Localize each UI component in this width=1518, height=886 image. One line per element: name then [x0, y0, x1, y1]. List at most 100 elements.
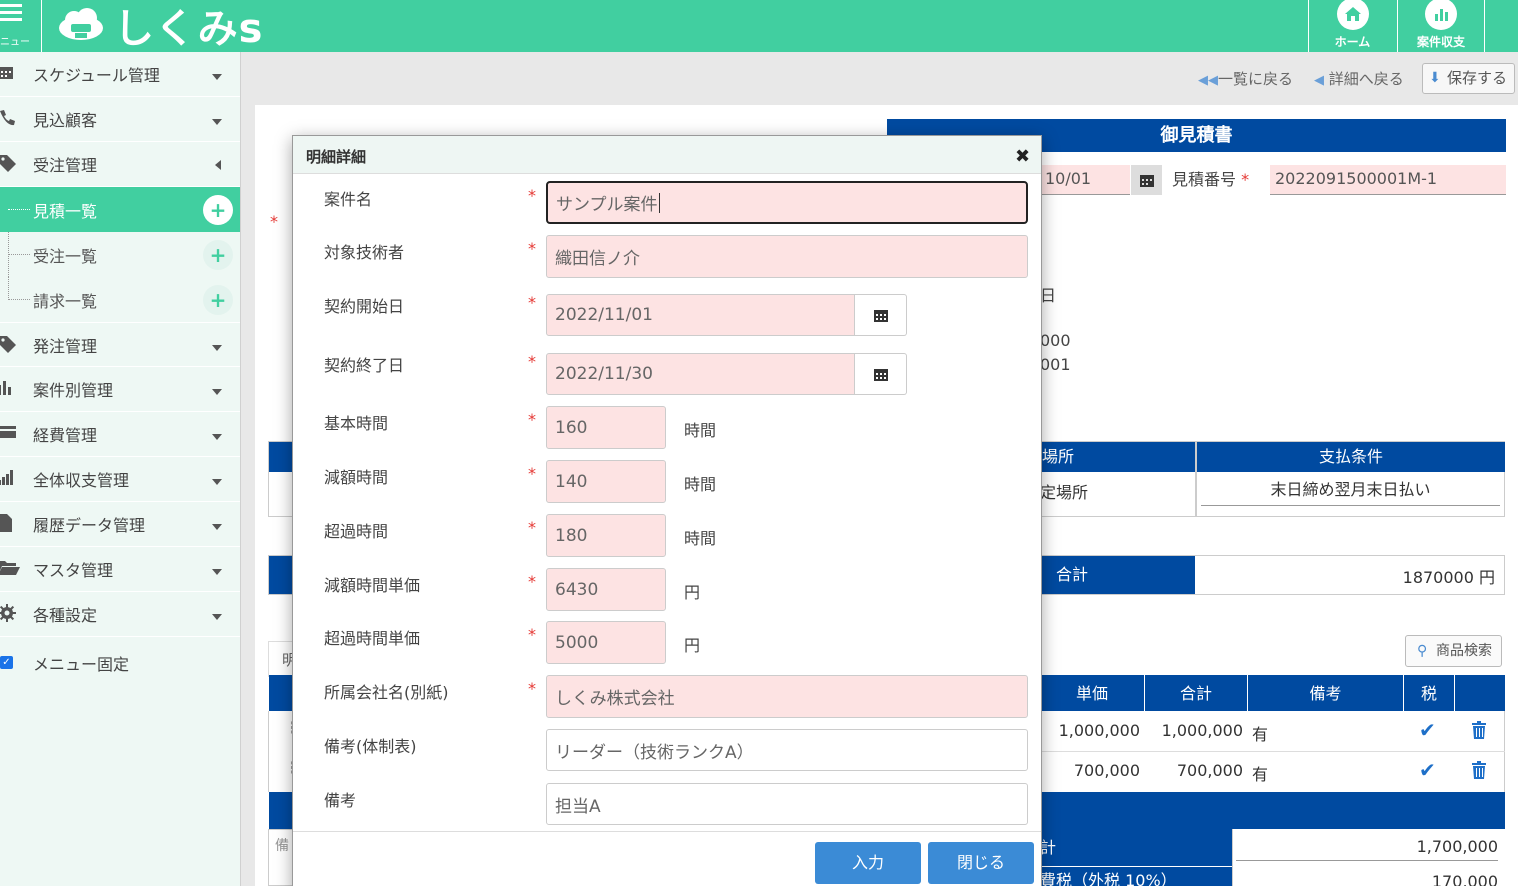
required-mark: * [528, 518, 536, 537]
dialog-header: 明細詳細 ✖ [293, 136, 1041, 174]
add-order-icon[interactable]: + [203, 240, 233, 270]
sidebar-subitem-estimates[interactable]: 見積一覧 + [0, 187, 240, 232]
add-invoice-icon[interactable]: + [203, 285, 233, 315]
calendar-icon[interactable] [1131, 165, 1162, 195]
close-icon[interactable]: ✖ [1015, 146, 1030, 167]
trash-icon[interactable] [1471, 761, 1487, 783]
sidebar-item-schedule[interactable]: スケジュール管理 [0, 52, 240, 97]
chevron-down-icon [212, 119, 222, 125]
save-button-label: 保存する [1447, 69, 1508, 87]
folder-open-icon [0, 559, 20, 579]
divider [1195, 442, 1197, 516]
tags-icon [0, 335, 18, 355]
case-name-label: 案件名 [324, 190, 373, 209]
sidebar-item-purchase[interactable]: 発注管理 [0, 322, 240, 367]
back-to-list-label: 一覧に戻る [1218, 70, 1294, 88]
column-header-tax: 税 [1420, 684, 1437, 703]
app-logo[interactable]: しくみs [56, 2, 263, 52]
divider [1454, 675, 1455, 711]
product-search-label: 商品検索 [1436, 643, 1492, 659]
chevron-down-icon [212, 479, 222, 485]
menu-toggle-button[interactable]: メニュー [0, 0, 42, 52]
row-unit-price: 1,000,000 [1058, 721, 1140, 740]
chevron-down-icon [212, 345, 222, 351]
note-input[interactable]: 担当A [546, 783, 1028, 825]
double-chevron-left-icon: ◀◀ [1198, 73, 1218, 88]
product-search-button[interactable]: ⚲ 商品検索 [1405, 635, 1502, 667]
subtotal-label: 計 [1040, 829, 1232, 866]
close-button[interactable]: 閉じる [928, 842, 1034, 884]
team-note-input[interactable]: リーダー（技術ランクA） [546, 729, 1028, 771]
column-header-unit-price: 単価 [1075, 684, 1108, 703]
required-mark: * [270, 212, 278, 231]
estimate-number-field[interactable]: 2022091500001M-1 [1270, 165, 1506, 195]
base-hours-unit: 時間 [684, 421, 717, 440]
contract-end-input[interactable]: 2022/11/30 [546, 353, 855, 395]
nav-home[interactable]: ホーム [1308, 0, 1396, 52]
sidebar-item-label: 各種設定 [33, 606, 98, 625]
cloud-logo-icon [56, 6, 106, 44]
sidebar-item-label: 受注管理 [33, 156, 98, 175]
payment-terms-value[interactable]: 末日締め翌月末日払い [1201, 476, 1500, 506]
required-mark: * [528, 572, 536, 591]
column-header-total: 合計 [1179, 684, 1212, 703]
add-estimate-icon[interactable]: + [203, 195, 233, 225]
menu-fixed-toggle[interactable]: ✓ メニュー固定 [0, 640, 240, 685]
tree-connector [8, 209, 30, 210]
estimate-number-label-text: 見積番号 [1172, 170, 1237, 189]
calendar-icon[interactable] [855, 353, 907, 395]
trash-icon[interactable] [1471, 721, 1487, 743]
deduct-rate-unit: 円 [684, 583, 701, 602]
menu-fixed-checkbox[interactable]: ✓ [0, 656, 13, 669]
excess-rate-unit: 円 [684, 636, 701, 655]
required-mark: * [528, 352, 536, 371]
company-input[interactable]: しくみ株式会社 [546, 675, 1028, 718]
download-icon: ⬇ [1429, 70, 1441, 86]
partial-text: 日 [1040, 286, 1057, 305]
excess-hours-label: 超過時間 [324, 522, 389, 541]
deduct-rate-input[interactable]: 6430 [546, 568, 666, 611]
base-hours-input[interactable]: 160 [546, 406, 666, 449]
partial-text: 000 [1040, 331, 1071, 350]
gear-icon [0, 604, 18, 624]
subtotal-value: 1,700,000 [1236, 837, 1498, 861]
chevron-down-icon [212, 569, 222, 575]
contract-start-input[interactable]: 2022/11/01 [546, 294, 855, 336]
row-total: 1,000,000 [1161, 721, 1243, 740]
estimate-date-field[interactable]: 10/01 [1040, 165, 1130, 195]
sidebar-subitem-invoices[interactable]: 請求一覧 + [0, 277, 240, 322]
deduct-hours-unit: 時間 [684, 475, 717, 494]
base-hours-label: 基本時間 [324, 414, 389, 433]
calendar-icon[interactable] [855, 294, 907, 336]
tax-label: 費税（外税 10%） [1040, 867, 1232, 886]
tree-connector [8, 299, 30, 300]
sidebar-item-expenses[interactable]: 経費管理 [0, 412, 240, 457]
sidebar-item-overall-balance[interactable]: 全体収支管理 [0, 457, 240, 502]
menu-fixed-label: メニュー固定 [33, 654, 130, 674]
sidebar-item-case-management[interactable]: 案件別管理 [0, 367, 240, 412]
case-name-input[interactable]: サンプル案件 [546, 181, 1028, 224]
sidebar-subitem-orders[interactable]: 受注一覧 + [0, 232, 240, 277]
deduct-hours-input[interactable]: 140 [546, 460, 666, 503]
payment-terms-header: 支払条件 [1197, 442, 1505, 472]
back-to-list-link[interactable]: ◀◀一覧に戻る [1198, 68, 1293, 89]
sidebar-item-orders[interactable]: 受注管理 [0, 142, 240, 187]
sidebar-item-master[interactable]: マスタ管理 [0, 547, 240, 592]
engineer-input[interactable]: 織田信ノ介 [546, 235, 1028, 278]
sidebar-item-history[interactable]: 履歴データ管理 [0, 502, 240, 547]
sidebar-item-settings[interactable]: 各種設定 [0, 592, 240, 637]
required-mark: * [528, 464, 536, 483]
submit-button[interactable]: 入力 [815, 842, 921, 884]
sidebar-item-prospects[interactable]: 見込顧客 [0, 97, 240, 142]
checkmark-icon[interactable]: ✔ [1419, 718, 1436, 742]
required-mark: * [1236, 170, 1250, 189]
save-button[interactable]: ⬇ 保存する [1422, 63, 1515, 94]
team-note-label: 備考(体制表) [324, 737, 417, 756]
item-detail-dialog: 明細詳細 ✖ 案件名 * サンプル案件 対象技術者 * 織田信ノ介 契約開始日 … [292, 135, 1042, 886]
excess-hours-input[interactable]: 180 [546, 514, 666, 557]
engineer-label: 対象技術者 [324, 243, 405, 262]
excess-rate-input[interactable]: 5000 [546, 621, 666, 664]
checkmark-icon[interactable]: ✔ [1419, 758, 1436, 782]
back-to-detail-link[interactable]: ◀ 詳細へ戻る [1314, 68, 1404, 89]
nav-case-balance[interactable]: 案件収支 [1397, 0, 1485, 52]
